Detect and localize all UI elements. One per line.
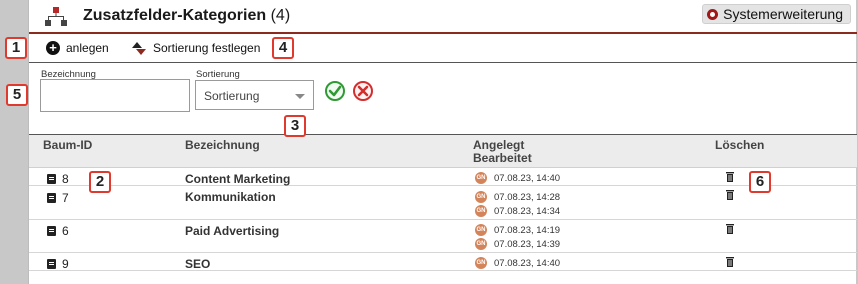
document-icon (47, 226, 56, 236)
add-button[interactable]: + anlegen (46, 41, 109, 55)
row-name[interactable]: Paid Advertising (185, 224, 279, 238)
column-header-dates[interactable]: Angelegt Bearbeitet (473, 139, 532, 165)
page-title-text: Zusatzfelder-Kategorien (83, 7, 267, 24)
row-name[interactable]: Content Marketing (185, 172, 290, 186)
row-date-text: 07.08.23, 14:28 (494, 191, 561, 203)
cancel-button[interactable] (353, 81, 373, 101)
table-row[interactable]: 8 Content Marketing GN 07.08.23, 14:40 (29, 168, 857, 186)
table-row[interactable]: 6 Paid Advertising GN 07.08.23, 14:19 GN 0… (29, 220, 857, 253)
item-count: (4) (270, 7, 291, 24)
sort-arrows-icon (132, 42, 146, 55)
sort-select[interactable]: Sortierung (195, 80, 314, 110)
user-avatar-icon: GN (475, 238, 487, 250)
main-panel: Zusatzfelder-Kategorien (4) Systemerweit… (28, 0, 857, 284)
annotation-badge-4: 4 (272, 37, 294, 59)
system-extension-button[interactable]: Systemerweiterung (702, 4, 851, 24)
column-header-delete: Löschen (715, 138, 765, 152)
page-header: Zusatzfelder-Kategorien (4) Systemerweit… (29, 0, 857, 34)
annotation-badge-1: 1 (5, 37, 27, 59)
system-extension-label: Systemerweiterung (723, 6, 843, 22)
table-row[interactable]: 9 SEO GN 07.08.23, 14:40 (29, 253, 857, 271)
close-icon (357, 85, 369, 97)
checkmark-icon (328, 85, 342, 97)
annotation-badge-2: 2 (89, 171, 111, 193)
sitemap-icon (45, 7, 67, 26)
row-date-text: 07.08.23, 14:34 (494, 205, 561, 217)
table-header: Baum-ID Bezeichnung Angelegt Bearbeitet … (29, 134, 857, 168)
row-name[interactable]: Kommunikation (185, 190, 276, 204)
row-date-text: 07.08.23, 14:40 (494, 172, 561, 184)
row-id-text: 8 (62, 172, 69, 186)
plus-circle-icon: + (46, 41, 60, 55)
document-icon (47, 174, 56, 184)
toolbar: + anlegen Sortierung festlegen (29, 37, 857, 63)
add-label: anlegen (66, 41, 109, 55)
column-header-name[interactable]: Bezeichnung (185, 139, 260, 152)
annotation-badge-3: 3 (284, 115, 306, 137)
row-date: GN 07.08.23, 14:40 (475, 172, 560, 184)
user-avatar-icon: GN (475, 205, 487, 217)
row-name[interactable]: SEO (185, 257, 210, 271)
row-date-text: 07.08.23, 14:19 (494, 224, 561, 236)
row-date: GN 07.08.23, 14:40 (475, 257, 560, 269)
row-id-text: 6 (62, 224, 69, 238)
row-id: 6 (47, 224, 69, 238)
row-id-text: 7 (62, 191, 69, 205)
user-avatar-icon: GN (475, 224, 487, 236)
trash-icon[interactable] (726, 224, 734, 234)
document-icon (47, 259, 56, 269)
record-icon (707, 8, 719, 20)
row-id: 8 (47, 172, 69, 186)
row-date-text: 07.08.23, 14:39 (494, 238, 561, 250)
document-icon (47, 193, 56, 203)
page-title: Zusatzfelder-Kategorien (4) (83, 7, 290, 25)
column-header-edited: Bearbeitet (473, 151, 532, 165)
row-date-text: 07.08.23, 14:40 (494, 257, 561, 269)
confirm-button[interactable] (325, 81, 345, 101)
user-avatar-icon: GN (475, 172, 487, 184)
row-date: GN 07.08.23, 14:19 (475, 224, 560, 236)
row-date: GN 07.08.23, 14:39 (475, 238, 560, 250)
trash-icon[interactable] (726, 172, 734, 182)
row-date: GN 07.08.23, 14:34 (475, 205, 560, 217)
user-avatar-icon: GN (475, 257, 487, 269)
name-input[interactable] (40, 79, 190, 112)
annotation-badge-6: 6 (749, 171, 771, 193)
trash-icon[interactable] (726, 190, 734, 200)
chevron-down-icon (295, 94, 305, 99)
row-id-text: 9 (62, 257, 69, 271)
set-sort-order-button[interactable]: Sortierung festlegen (131, 41, 260, 55)
sort-field-label: Sortierung (196, 69, 240, 80)
annotation-badge-5: 5 (6, 84, 28, 106)
row-id: 7 (47, 191, 69, 205)
sort-select-value: Sortierung (204, 89, 260, 103)
user-avatar-icon: GN (475, 191, 487, 203)
column-header-id[interactable]: Baum-ID (43, 139, 92, 152)
row-date: GN 07.08.23, 14:28 (475, 191, 560, 203)
set-sort-order-label: Sortierung festlegen (153, 41, 261, 55)
row-id: 9 (47, 257, 69, 271)
table-row[interactable]: 7 Kommunikation GN 07.08.23, 14:28 GN 07.0… (29, 187, 857, 220)
trash-icon[interactable] (726, 257, 734, 267)
